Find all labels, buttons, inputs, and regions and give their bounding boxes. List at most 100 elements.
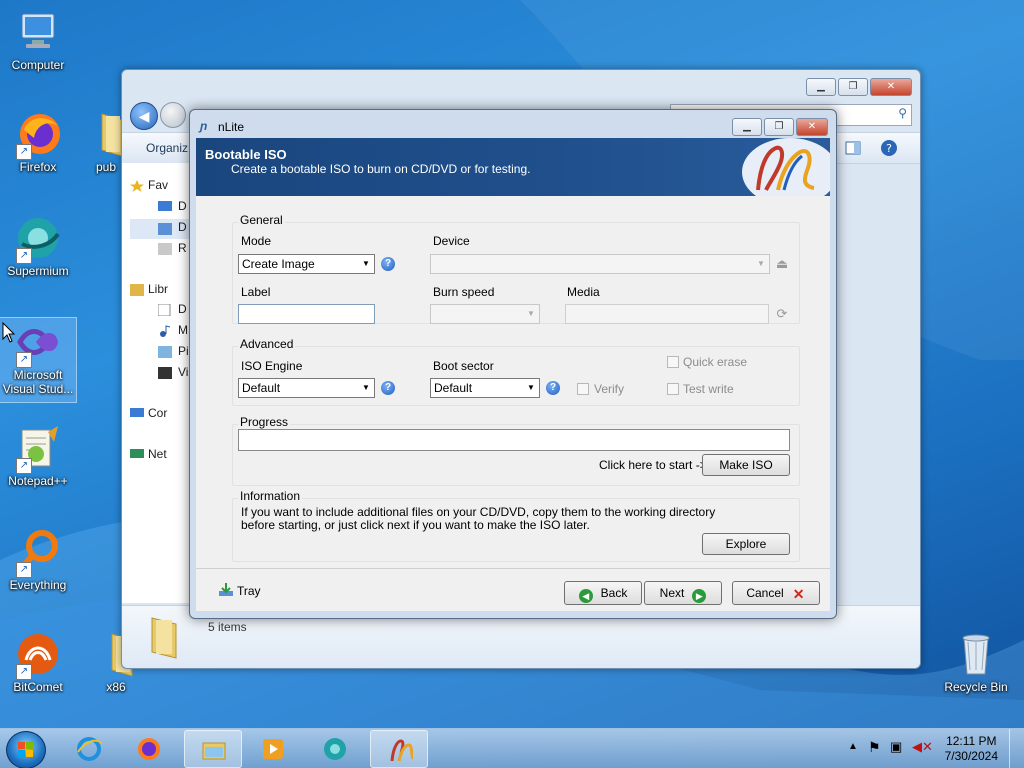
cancel-button[interactable]: Cancel ✕	[732, 581, 820, 605]
nlite-caption-buttons: ▁ ❐ ✕	[732, 118, 828, 136]
back-button[interactable]: ◀ Back	[564, 581, 642, 605]
information-text-line-2: before starting, or just click next if y…	[241, 518, 590, 532]
clock[interactable]: 12:11 PM 7/30/2024	[945, 734, 998, 764]
nav-item-recent[interactable]: R	[178, 241, 187, 255]
eject-icon[interactable]: ⏏	[774, 256, 790, 272]
notepad-plus-plus-icon: ↗	[14, 424, 62, 474]
taskbar-supermium[interactable]	[306, 730, 364, 768]
dropdown-arrow-icon: ▼	[757, 259, 765, 268]
nlite-titlebar[interactable]: ɲ nLite ▁ ❐ ✕	[190, 110, 836, 138]
nav-item-documents[interactable]: D	[178, 302, 187, 316]
cancel-x-icon: ✕	[792, 586, 805, 602]
tray-download-icon	[219, 583, 233, 596]
clock-time: 12:11 PM	[946, 734, 997, 748]
test-write-label: Test write	[683, 382, 734, 396]
explore-button[interactable]: Explore	[702, 533, 790, 555]
advanced-group-title: Advanced	[238, 337, 296, 351]
network-tray-icon[interactable]: ▣	[890, 739, 902, 755]
firefox-icon: ↗	[14, 110, 62, 160]
taskbar-firefox[interactable]	[120, 730, 178, 768]
music-icon	[160, 325, 171, 337]
desktop-icon-computer[interactable]: Computer	[0, 8, 76, 72]
mode-select[interactable]: Create Image ▼	[238, 254, 375, 274]
explorer-caption-buttons: ▁ ❐ ✕	[806, 78, 912, 96]
help-icon[interactable]: ?	[880, 139, 898, 157]
general-group-title: General	[238, 213, 285, 227]
progress-bar	[238, 429, 790, 451]
taskbar-internet-explorer[interactable]	[60, 730, 118, 768]
refresh-icon[interactable]: ⟳	[774, 306, 790, 322]
dropdown-arrow-icon: ▼	[527, 383, 535, 392]
computer-small-icon	[130, 408, 144, 417]
tray-button[interactable]: Tray	[218, 583, 261, 598]
maximize-button[interactable]: ❐	[764, 118, 794, 136]
desktop-icon-supermium[interactable]: ↗ Supermium	[0, 214, 76, 278]
boot-sector-select-value: Default	[434, 381, 473, 395]
start-hint: Click here to start ->	[599, 458, 707, 472]
mode-select-value: Create Image	[242, 257, 315, 271]
desktop-icon-recycle-bin[interactable]: Recycle Bin	[936, 630, 1016, 694]
close-button[interactable]: ✕	[870, 78, 912, 96]
pictures-icon	[158, 346, 172, 358]
action-center-flag-icon[interactable]: ⚑	[868, 739, 881, 756]
taskbar-windows-explorer[interactable]	[184, 730, 242, 768]
taskbar-nlite[interactable]	[370, 730, 428, 768]
windows-explorer-icon	[202, 742, 226, 760]
volume-muted-icon[interactable]: ◀✕	[912, 739, 933, 755]
show-hidden-icons-chevron-icon[interactable]: ▲	[848, 741, 858, 752]
start-button[interactable]	[6, 731, 46, 768]
minimize-button[interactable]: ▁	[806, 78, 836, 96]
verify-checkbox[interactable]	[577, 383, 589, 395]
desktop-icon-firefox[interactable]: ↗ Firefox	[0, 110, 76, 174]
show-desktop-button[interactable]	[1009, 729, 1024, 768]
nav-item-computer[interactable]: Cor	[148, 406, 167, 420]
back-arrow-icon[interactable]: ◀	[130, 102, 158, 130]
desktop-icon-label: Notepad++	[8, 474, 68, 488]
nav-item-favorites[interactable]: Fav	[148, 178, 168, 192]
nav-item-downloads[interactable]: D	[178, 220, 187, 234]
page-header-banner: Bootable ISO Create a bootable ISO to bu…	[196, 138, 830, 196]
nav-item-libraries[interactable]: Libr	[148, 282, 168, 296]
device-select[interactable]: ▼	[430, 254, 770, 274]
quick-erase-checkbox[interactable]	[667, 356, 679, 368]
burn-speed-select[interactable]: ▼	[430, 304, 540, 324]
nav-item-music[interactable]: M	[178, 323, 188, 337]
windows-logo-icon	[18, 742, 33, 757]
back-button-label: Back	[600, 586, 628, 600]
videos-icon	[158, 367, 172, 379]
shortcut-arrow-icon: ↗	[16, 352, 32, 368]
taskbar: ▲ ⚑ ▣ ◀✕ 12:11 PM 7/30/2024	[0, 728, 1024, 768]
boot-sector-select[interactable]: Default ▼	[430, 378, 540, 398]
firefox-icon	[138, 738, 160, 760]
nav-item-pictures[interactable]: Pi	[178, 344, 189, 358]
desktop-icon-label: BitComet	[13, 680, 63, 694]
next-arrow-icon: ▶	[692, 589, 707, 603]
maximize-button[interactable]: ❐	[838, 78, 868, 96]
boot-sector-help-icon[interactable]: ?	[546, 381, 560, 395]
desktop-icon-bitcomet[interactable]: ↗ BitComet	[0, 630, 76, 694]
nlite-footer: Tray ◀ Back Next ▶ Cancel ✕	[196, 568, 830, 611]
nav-item-videos[interactable]: Vi	[178, 365, 188, 379]
iso-engine-select[interactable]: Default ▼	[238, 378, 375, 398]
nav-item-desktop[interactable]: D	[178, 199, 187, 213]
label-input[interactable]	[238, 304, 375, 324]
test-write-checkbox[interactable]	[667, 383, 679, 395]
preview-pane-icon[interactable]	[844, 139, 862, 157]
iso-engine-help-icon[interactable]: ?	[381, 381, 395, 395]
forward-arrow-icon[interactable]	[160, 102, 186, 128]
search-icon: ⚲	[898, 106, 907, 120]
make-iso-button[interactable]: Make ISO	[702, 454, 790, 476]
close-button[interactable]: ✕	[796, 118, 828, 136]
media-player-icon	[263, 739, 283, 759]
organize-menu[interactable]: Organiz	[146, 141, 188, 155]
desktop-icon-everything[interactable]: ↗ Everything	[0, 528, 76, 592]
nav-item-network[interactable]: Net	[148, 447, 167, 461]
nlite-window[interactable]: ɲ nLite ▁ ❐ ✕ Bootable ISO Create a boot…	[189, 109, 837, 619]
verify-label: Verify	[594, 382, 625, 396]
mode-help-icon[interactable]: ?	[381, 257, 395, 271]
next-button[interactable]: Next ▶	[644, 581, 722, 605]
internet-explorer-icon	[77, 737, 102, 761]
minimize-button[interactable]: ▁	[732, 118, 762, 136]
taskbar-media-player[interactable]	[244, 730, 302, 768]
desktop-icon-notepad-plus-plus[interactable]: ↗ Notepad++	[0, 424, 76, 488]
